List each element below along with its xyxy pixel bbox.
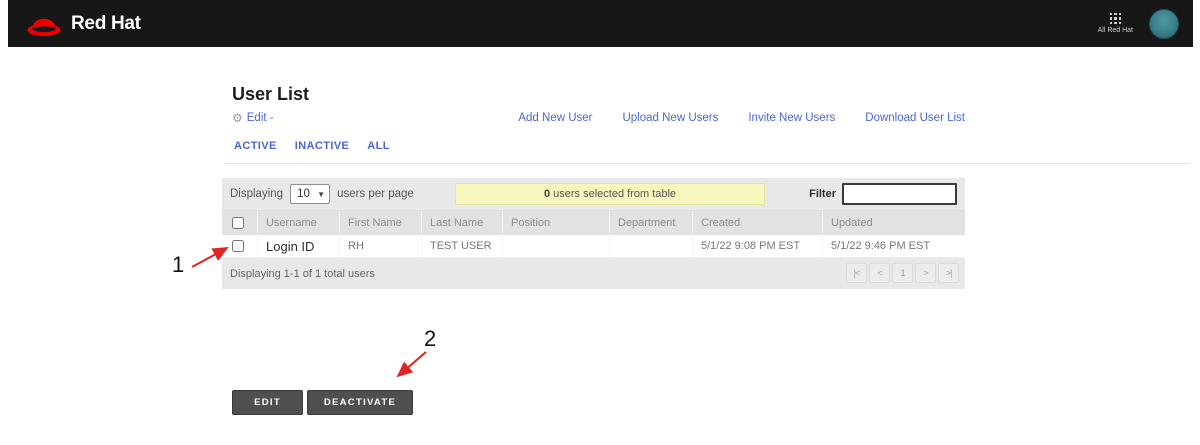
brand-wordmark: Red Hat [71, 12, 141, 34]
selected-count-banner: 0 users selected from table [455, 183, 765, 205]
download-user-list-link[interactable]: Download User List [865, 112, 965, 124]
cell-username: Login ID [258, 235, 340, 257]
status-tabs: ACTIVE INACTIVE ALL [234, 140, 390, 152]
per-page-group: Displaying 10 ▼ users per page [230, 184, 414, 204]
edit-button[interactable]: EDIT [232, 390, 303, 415]
per-page-value: 10 [297, 188, 310, 200]
table-controls: Displaying 10 ▼ users per page 0 users s… [222, 178, 965, 211]
col-header-position[interactable]: Position [503, 211, 610, 235]
masthead-right: All Red Hat [1098, 0, 1179, 47]
page-last-button[interactable]: >| [938, 263, 959, 283]
table-footer: Displaying 1-1 of 1 total users |< < 1 >… [222, 258, 965, 289]
select-all-checkbox[interactable] [232, 217, 244, 229]
annotation-label-2: 2 [424, 326, 437, 351]
cell-department [610, 235, 693, 257]
per-page-suffix: users per page [337, 188, 414, 200]
redhat-logo[interactable]: Red Hat [26, 9, 141, 38]
per-page-select[interactable]: 10 ▼ [290, 184, 331, 204]
apps-grid-icon [1109, 12, 1122, 25]
page-title: User List [232, 84, 310, 104]
filter-group: Filter [809, 183, 957, 205]
invite-new-users-link[interactable]: Invite New Users [748, 112, 835, 124]
cell-created: 5/1/22 9:08 PM EST [693, 235, 823, 257]
col-header-last-name[interactable]: Last Name [422, 211, 503, 235]
page-current-button[interactable]: 1 [892, 263, 913, 283]
table-header-row: Username First Name Last Name Position D… [222, 211, 965, 235]
table-row: Login ID RH TEST USER 5/1/22 9:08 PM EST… [222, 235, 965, 258]
filter-label: Filter [809, 188, 836, 200]
cell-position [503, 235, 610, 257]
edit-row: ⚙ Edit - [232, 112, 274, 124]
masthead: Red Hat All Red Hat [8, 0, 1193, 47]
app-switcher[interactable]: All Red Hat [1097, 12, 1133, 35]
col-header-created[interactable]: Created [693, 211, 823, 235]
col-header-updated[interactable]: Updated [823, 211, 965, 235]
tab-inactive[interactable]: INACTIVE [295, 140, 350, 152]
cell-last-name: TEST USER [422, 235, 503, 257]
red-hat-fedora-icon [27, 18, 61, 36]
header-checkbox-cell [222, 211, 258, 235]
gear-icon: ⚙ [232, 111, 243, 125]
tab-active[interactable]: ACTIVE [234, 140, 277, 152]
page-next-button[interactable]: > [915, 263, 936, 283]
chevron-down-icon: ▼ [317, 189, 326, 199]
annotation-arrow-2 [396, 351, 427, 378]
tab-all[interactable]: ALL [367, 140, 390, 152]
row-select-checkbox[interactable] [232, 240, 244, 252]
deactivate-button[interactable]: DEACTIVATE [307, 390, 413, 415]
edit-link[interactable]: Edit - [247, 112, 274, 124]
upload-new-users-link[interactable]: Upload New Users [622, 112, 718, 124]
col-header-username[interactable]: Username [258, 211, 340, 235]
page-prev-button[interactable]: < [869, 263, 890, 283]
col-header-first-name[interactable]: First Name [340, 211, 422, 235]
bulk-action-buttons: EDIT DEACTIVATE [232, 390, 413, 415]
divider [225, 163, 1190, 164]
page-first-button[interactable]: |< [846, 263, 867, 283]
add-new-user-link[interactable]: Add New User [518, 112, 592, 124]
selected-suffix: users selected from table [550, 188, 677, 200]
col-header-department[interactable]: Department [610, 211, 693, 235]
row-checkbox-cell [222, 235, 258, 257]
action-links: Add New User Upload New Users Invite New… [518, 112, 965, 124]
user-avatar[interactable] [1149, 8, 1179, 39]
filter-input[interactable] [842, 183, 957, 205]
cell-updated: 5/1/22 9:46 PM EST [831, 240, 931, 252]
footer-summary: Displaying 1-1 of 1 total users [230, 267, 375, 280]
app-switcher-label: All Red Hat [1097, 27, 1133, 35]
user-table: Displaying 10 ▼ users per page 0 users s… [222, 178, 965, 289]
cell-first-name: RH [340, 235, 422, 257]
displaying-label: Displaying [230, 188, 284, 200]
annotation-label-1: 1 [172, 252, 185, 277]
pagination: |< < 1 > >| [846, 263, 959, 283]
